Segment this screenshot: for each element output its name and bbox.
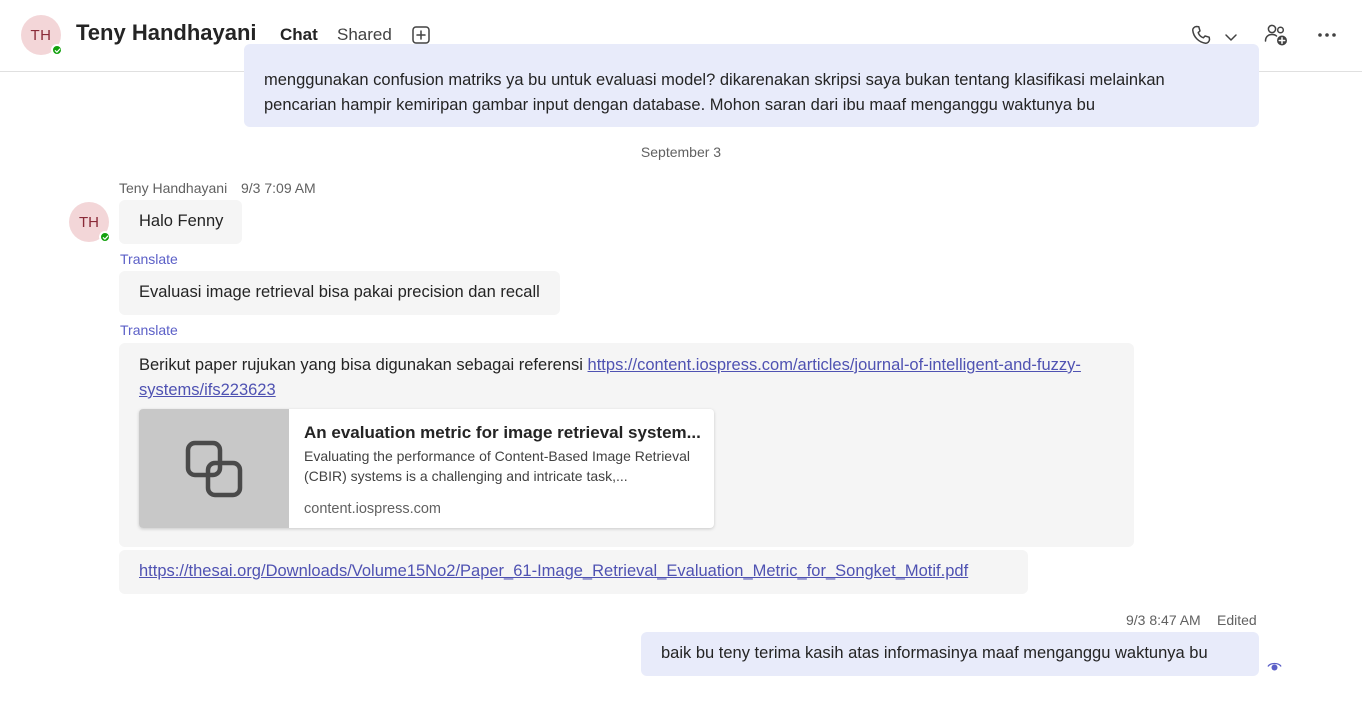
received-message[interactable]: Evaluasi image retrieval bisa pakai prec… [119,271,560,315]
translate-link[interactable]: Translate [120,322,178,338]
preview-title: An evaluation metric for image retrieval… [304,423,701,442]
message-text: Evaluasi image retrieval bisa pakai prec… [139,283,540,301]
link-icon [139,409,289,528]
preview-domain: content.iospress.com [304,501,442,517]
received-message[interactable]: Halo Fenny [119,200,243,244]
message-text: menggunakan confusion matriks ya bu untu… [264,71,1165,114]
link-preview-card[interactable]: An evaluation metric for image retrieval… [139,409,714,528]
message-link[interactable]: https://thesai.org/Downloads/Volume15No2… [139,562,968,580]
translate-link[interactable]: Translate [120,251,178,267]
avatar-initials: TH [79,213,99,231]
message-text: Halo Fenny [139,212,224,230]
message-text: Berikut paper rujukan yang bisa digunaka… [139,356,588,374]
sender-avatar[interactable]: TH [69,202,111,243]
seen-eye-icon [1266,659,1282,673]
preview-description: Evaluating the performance of Content-Ba… [304,448,690,484]
message-text: baik bu teny terima kasih atas informasi… [661,644,1208,662]
message-sender: Teny Handhayani [119,180,228,196]
presence-available-icon [99,231,111,243]
edited-label: Edited [1217,612,1257,628]
message-timestamp: 9/3 7:09 AM [241,180,316,196]
date-divider: September 3 [640,144,722,160]
sent-message[interactable]: baik bu teny terima kasih atas informasi… [641,632,1259,676]
message-timestamp: 9/3 8:47 AM [1126,612,1201,628]
received-message[interactable]: https://thesai.org/Downloads/Volume15No2… [119,550,1028,594]
